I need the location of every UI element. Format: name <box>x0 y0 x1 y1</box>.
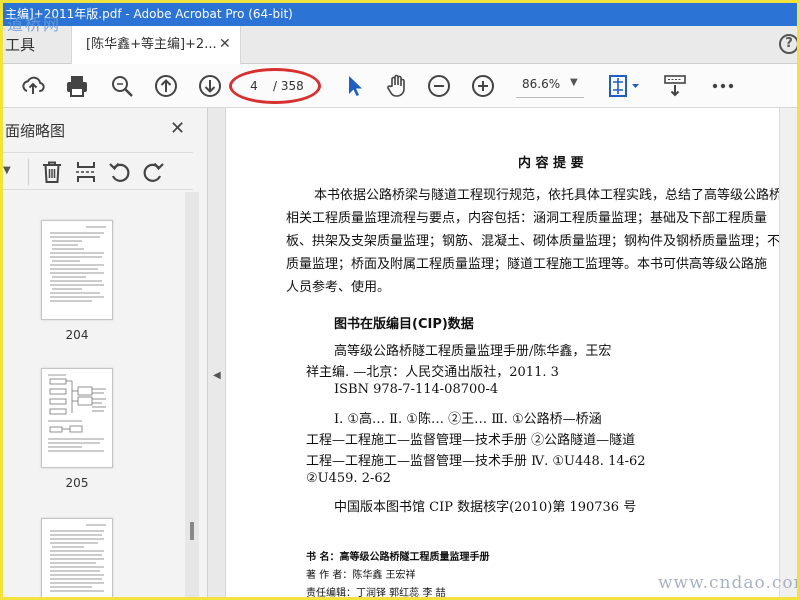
cip-number: 中国版本图书馆 CIP 数据核字(2010)第 190736 号 <box>334 500 637 515</box>
panel-splitter[interactable]: ◀ <box>208 108 226 597</box>
watermark-logo: 道桥网 <box>7 15 62 34</box>
panel-title: 面缩略图 <box>5 122 66 140</box>
credit-line: 著 作 者：陈华鑫 王宏祥 <box>306 570 416 581</box>
document-scrollbar[interactable] <box>779 108 797 597</box>
divider <box>28 159 29 185</box>
scrollbar-thumb[interactable] <box>190 522 194 540</box>
window-title: 主编]+2011年版.pdf - Adobe Acrobat Pro (64-b… <box>3 3 797 26</box>
tab-bar: 工具 [陈华鑫+等主编]+2... ✕ ? <box>3 26 797 64</box>
doc-paragraph-line: 相关工程质量监理流程与要点，内容包括：涵洞工程质量监理；基础及下部工程质量 <box>286 211 768 226</box>
watermark-url: www.cndao.com <box>658 573 800 593</box>
arrow-down-icon[interactable] <box>197 73 223 99</box>
delete-icon[interactable] <box>39 159 65 185</box>
class-line: ②U459. 2-62 <box>306 471 391 486</box>
upload-icon[interactable] <box>20 73 46 99</box>
cip-line: ISBN 978-7-114-08700-4 <box>334 382 499 397</box>
thumbnail-preview <box>50 524 106 592</box>
scroll-mode-icon[interactable] <box>662 73 688 99</box>
main-toolbar: 4 / 358 86.6% ▼ <box>3 64 797 108</box>
thumbnail-list: 204 205 <box>3 192 185 597</box>
doc-paragraph-line: 质量监理；桥面及附属工程质量监理；隧道工程施工监理等。本书可供高等级公路施 <box>286 257 768 272</box>
close-icon[interactable]: ✕ <box>219 36 231 52</box>
rotate-left-icon[interactable] <box>107 159 133 185</box>
app-window: 主编]+2011年版.pdf - Adobe Acrobat Pro (64-b… <box>0 0 800 600</box>
thumbnail-preview <box>50 226 106 302</box>
page-number-input[interactable]: 4 <box>243 76 265 96</box>
chevron-down-icon: ▼ <box>570 77 578 88</box>
cip-heading: 图书在版编目(CIP)数据 <box>334 317 474 332</box>
thumbnail-label: 205 <box>65 476 89 490</box>
page-thumbnail[interactable] <box>41 368 113 468</box>
select-arrow-icon[interactable] <box>341 73 367 99</box>
collapse-arrow-icon[interactable]: ◀ <box>213 370 221 381</box>
credit-line: 责任编辑：丁润铎 郭红蕊 李 喆 <box>306 588 446 599</box>
rotate-right-icon[interactable] <box>140 159 166 185</box>
document-view[interactable]: 内 容 提 要 本书依据公路桥梁与隧道工程现行规范，依托具体工程实践，总结了高等… <box>226 108 797 599</box>
doc-paragraph-line: 本书依据公路桥梁与隧道工程现行规范，依托具体工程实践，总结了高等级公路桥 <box>314 188 783 203</box>
cip-line: 高等级公路桥隧工程质量监理手册/陈华鑫，王宏 <box>334 344 612 359</box>
thumbnail-label: 204 <box>65 328 89 342</box>
class-line: 工程—工程施工—监督管理—技术手册 Ⅳ. ①U448. 14-62 <box>306 454 646 469</box>
doc-heading: 内 容 提 要 <box>518 156 584 171</box>
zoom-out-icon[interactable] <box>426 73 452 99</box>
insert-page-icon[interactable] <box>73 159 99 185</box>
close-icon[interactable]: ✕ <box>170 118 185 139</box>
cip-line: 祥主编. —北京：人民交通出版社，2011. 3 <box>306 365 559 380</box>
chevron-down-icon[interactable]: ▼ <box>3 165 11 176</box>
print-icon[interactable] <box>64 73 90 99</box>
doc-paragraph-line: 板、拱架及支架质量监理；钢筋、混凝土、砌体质量监理；钢构件及钢桥质量监理；不同 <box>286 234 794 249</box>
page-thumbnail[interactable] <box>41 518 113 597</box>
credit-line: 书 名：高等级公路桥隧工程质量监理手册 <box>306 552 490 563</box>
help-button[interactable]: ? <box>779 34 797 54</box>
page-thumbnail[interactable] <box>41 220 113 320</box>
more-icon[interactable] <box>710 73 736 99</box>
hand-icon[interactable] <box>384 73 410 99</box>
zoom-select[interactable]: 86.6% ▼ <box>516 74 584 98</box>
tab-document[interactable]: [陈华鑫+等主编]+2... <box>71 26 241 64</box>
fit-page-icon[interactable] <box>606 73 642 99</box>
zoom-in-icon[interactable] <box>470 73 496 99</box>
page-total: / 358 <box>273 79 304 93</box>
class-line: 工程—工程施工—监督管理—技术手册 ②公路隧道—隧道 <box>306 433 636 448</box>
class-line: Ⅰ. ①高… Ⅱ. ①陈… ②王… Ⅲ. ①公路桥—桥涵 <box>334 412 602 427</box>
zoom-search-icon[interactable] <box>109 73 135 99</box>
thumbnail-preview <box>48 374 106 452</box>
thumbnail-panel: 面缩略图 ✕ ▼ 204 205 <box>3 108 208 597</box>
zoom-value: 86.6% <box>522 77 561 91</box>
panel-toolbar: ▼ <box>3 152 193 190</box>
panel-scrollbar[interactable] <box>185 192 199 597</box>
doc-paragraph-line: 人员参考、使用。 <box>286 280 391 295</box>
arrow-up-icon[interactable] <box>153 73 179 99</box>
